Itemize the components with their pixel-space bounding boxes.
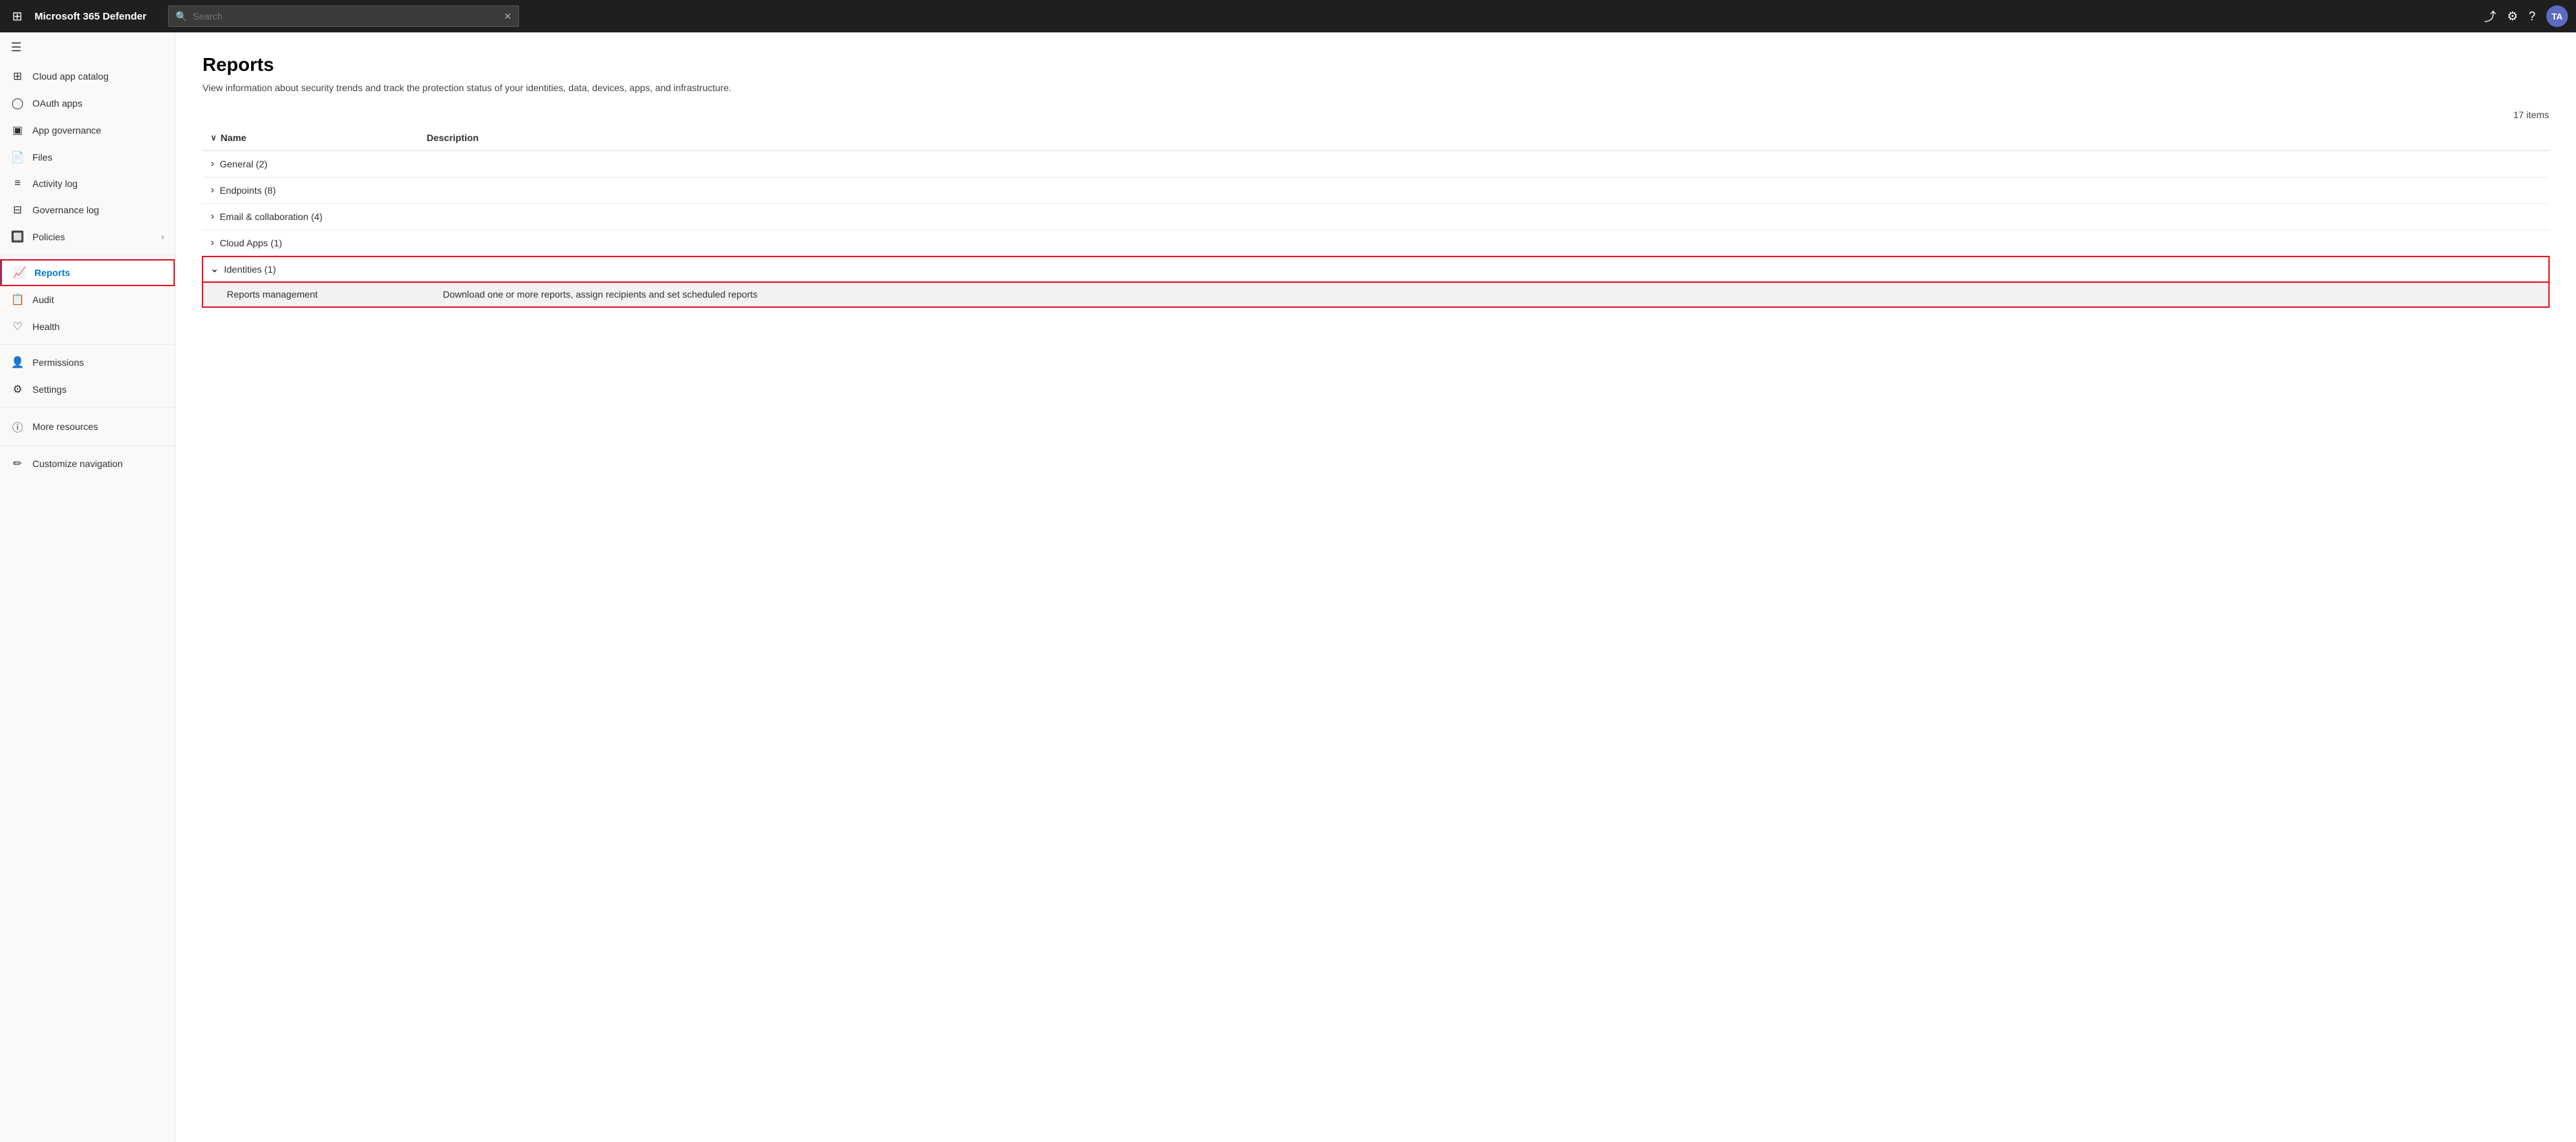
sidebar-item-app-governance[interactable]: ▣ App governance xyxy=(0,117,175,144)
settings-icon[interactable]: ⚙ xyxy=(2507,9,2518,24)
page-title: Reports xyxy=(203,54,2549,76)
reports-management-description: Download one or more reports, assign rec… xyxy=(419,282,2549,307)
sidebar-label: Reports xyxy=(34,267,164,278)
search-clear-icon[interactable]: ✕ xyxy=(504,11,512,22)
sidebar-item-files[interactable]: 📄 Files xyxy=(0,144,175,171)
group-email-label: Email & collaboration (4) xyxy=(219,211,323,222)
group-cloud-apps-label: Cloud Apps (1) xyxy=(219,238,282,248)
sidebar-item-permissions[interactable]: 👤 Permissions xyxy=(0,349,175,376)
governance-log-icon: ⊟ xyxy=(11,203,24,217)
col-name[interactable]: ∨ Name xyxy=(203,126,419,151)
col-description: Description xyxy=(419,126,2549,151)
sidebar-divider-2 xyxy=(0,344,175,345)
sidebar-item-policies[interactable]: 🔲 Policies › xyxy=(0,223,175,250)
app-title: Microsoft 365 Defender xyxy=(34,11,146,22)
avatar[interactable]: TA xyxy=(2546,5,2568,27)
sidebar-item-oauth-apps[interactable]: ◯ OAuth apps xyxy=(0,90,175,117)
col-name-sort-icon: ∨ xyxy=(211,133,217,142)
sidebar-item-activity-log[interactable]: ≡ Activity log xyxy=(0,171,175,196)
policies-chevron-icon: › xyxy=(161,232,164,242)
sidebar-label: Audit xyxy=(32,294,164,305)
sidebar-label: Settings xyxy=(32,384,164,395)
topbar: ⊞ Microsoft 365 Defender 🔍 ✕ ⤴ ⚙ ? TA xyxy=(0,0,2576,32)
settings-icon: ⚙ xyxy=(11,383,24,396)
cloud-app-catalog-icon: ⊞ xyxy=(11,70,24,83)
sidebar-item-health[interactable]: ♡ Health xyxy=(0,313,175,340)
sidebar-divider-1 xyxy=(0,254,175,255)
sub-row-reports-management[interactable]: Reports management Download one or more … xyxy=(203,282,2549,307)
group-endpoints-label: Endpoints (8) xyxy=(219,185,275,196)
sidebar-label: Customize navigation xyxy=(32,458,164,469)
group-email-collaboration[interactable]: Email & collaboration (4) xyxy=(203,204,2549,230)
group-identities[interactable]: Identities (1) xyxy=(203,256,2549,282)
help-icon[interactable]: ? xyxy=(2529,9,2535,24)
reports-management-name: Reports management xyxy=(203,282,419,307)
files-icon: 📄 xyxy=(11,151,24,164)
sidebar-label: Files xyxy=(32,152,164,163)
policies-icon: 🔲 xyxy=(11,230,24,244)
sidebar: ☰ ⊞ Cloud app catalog ◯ OAuth apps ▣ App… xyxy=(0,32,176,1142)
search-icon: 🔍 xyxy=(176,11,187,22)
sidebar-label: Governance log xyxy=(32,205,164,215)
sidebar-item-settings[interactable]: ⚙ Settings xyxy=(0,376,175,403)
group-cloud-apps[interactable]: Cloud Apps (1) xyxy=(203,230,2549,256)
sidebar-label: Permissions xyxy=(32,357,164,368)
sidebar-label: OAuth apps xyxy=(32,98,164,109)
sidebar-item-more-resources[interactable]: ⓘ More resources xyxy=(0,412,175,441)
group-general-label: General (2) xyxy=(219,159,267,169)
topbar-actions: ⤴ ⚙ ? TA xyxy=(2484,5,2568,27)
sidebar-toggle-button[interactable]: ☰ xyxy=(11,40,22,55)
group-identities-label: Identities (1) xyxy=(224,264,276,275)
app-governance-icon: ▣ xyxy=(11,124,24,137)
sidebar-label: Cloud app catalog xyxy=(32,71,164,82)
sidebar-item-customize-navigation[interactable]: ✏ Customize navigation xyxy=(0,450,175,477)
chevron-right-icon xyxy=(211,211,214,223)
main-content: Reports View information about security … xyxy=(176,32,2576,1142)
sidebar-label: More resources xyxy=(32,421,164,432)
sidebar-divider-4 xyxy=(0,445,175,446)
chevron-right-icon xyxy=(211,237,214,249)
share-icon[interactable]: ⤴ xyxy=(2484,7,2496,25)
sidebar-label: App governance xyxy=(32,125,164,136)
oauth-apps-icon: ◯ xyxy=(11,97,24,110)
audit-icon: 📋 xyxy=(11,293,24,306)
sidebar-toggle: ☰ xyxy=(0,32,175,63)
sidebar-divider-3 xyxy=(0,407,175,408)
search-input[interactable] xyxy=(192,11,504,22)
grid-icon[interactable]: ⊞ xyxy=(8,5,26,28)
more-resources-icon: ⓘ xyxy=(11,418,24,435)
reports-icon: 📈 xyxy=(13,266,26,279)
table-header-row: ∨ Name Description xyxy=(203,126,2549,151)
items-count: 17 items xyxy=(203,109,2549,120)
sidebar-item-audit[interactable]: 📋 Audit xyxy=(0,286,175,313)
reports-table: ∨ Name Description General (2) xyxy=(203,126,2549,307)
sidebar-label: Policies xyxy=(32,232,153,242)
sidebar-label: Health xyxy=(32,321,164,332)
layout: ☰ ⊞ Cloud app catalog ◯ OAuth apps ▣ App… xyxy=(0,32,2576,1142)
customize-nav-icon: ✏ xyxy=(11,457,24,470)
chevron-right-icon xyxy=(211,184,214,196)
group-endpoints[interactable]: Endpoints (8) xyxy=(203,178,2549,204)
search-box: 🔍 ✕ xyxy=(168,5,519,27)
group-general[interactable]: General (2) xyxy=(203,151,2549,178)
page-subtitle: View information about security trends a… xyxy=(203,82,2549,93)
sidebar-item-cloud-app-catalog[interactable]: ⊞ Cloud app catalog xyxy=(0,63,175,90)
sidebar-label: Activity log xyxy=(32,178,164,189)
chevron-down-icon xyxy=(211,263,219,275)
activity-log-icon: ≡ xyxy=(11,178,24,190)
health-icon: ♡ xyxy=(11,320,24,333)
chevron-right-icon xyxy=(211,158,214,170)
sidebar-item-governance-log[interactable]: ⊟ Governance log xyxy=(0,196,175,223)
permissions-icon: 👤 xyxy=(11,356,24,369)
sidebar-item-reports[interactable]: 📈 Reports xyxy=(0,259,175,286)
